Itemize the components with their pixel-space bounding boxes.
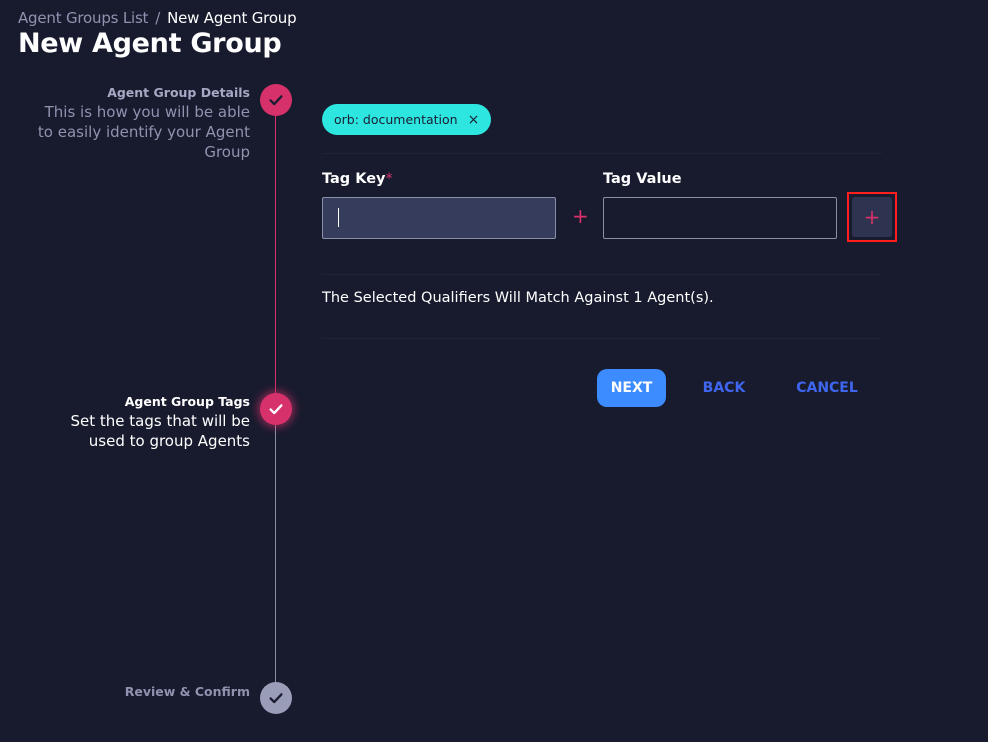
page-title: New Agent Group — [18, 28, 282, 59]
step-review-confirm: Review & Confirm — [125, 684, 250, 699]
step-agent-group-details: Agent Group Details This is how you will… — [35, 85, 250, 162]
step-description: This is how you will be able to easily i… — [37, 103, 250, 161]
divider — [322, 153, 882, 154]
tag-key-label-text: Tag Key — [322, 171, 386, 187]
step-3-check-icon[interactable] — [260, 682, 292, 714]
tag-value-input[interactable] — [603, 197, 837, 239]
breadcrumb-agent-groups-list[interactable]: Agent Groups List — [18, 9, 148, 27]
back-button[interactable]: BACK — [697, 369, 751, 407]
add-tag-button[interactable]: + — [852, 197, 892, 237]
step-1-check-icon[interactable] — [260, 84, 292, 116]
cancel-button[interactable]: CANCEL — [791, 369, 863, 407]
breadcrumb-separator: / — [155, 9, 161, 27]
step-title: Agent Group Tags — [124, 394, 250, 409]
next-button[interactable]: NEXT — [597, 369, 666, 407]
tag-key-input[interactable] — [322, 197, 556, 239]
plus-icon: + — [572, 204, 589, 228]
tag-value-label: Tag Value — [603, 171, 682, 187]
match-summary-text: The Selected Qualifiers Will Match Again… — [322, 290, 714, 306]
close-icon[interactable]: × — [468, 112, 480, 128]
divider — [322, 274, 882, 275]
step-description: Set the tags that will be used to group … — [70, 412, 250, 450]
required-marker: * — [385, 171, 393, 187]
breadcrumb: Agent Groups List / New Agent Group — [18, 9, 297, 27]
step-2-check-icon[interactable] — [260, 393, 292, 425]
step-agent-group-tags: Agent Group Tags Set the tags that will … — [60, 394, 250, 451]
stepper-line-pending — [275, 409, 276, 698]
text-caret — [338, 208, 339, 227]
tag-chip-label: orb: documentation — [334, 112, 458, 127]
breadcrumb-current: New Agent Group — [167, 9, 297, 27]
plus-icon: + — [863, 205, 881, 229]
step-title: Review & Confirm — [124, 684, 250, 699]
tag-chip: orb: documentation × — [322, 104, 492, 135]
stepper-line-completed — [275, 100, 276, 409]
step-title: Agent Group Details — [107, 85, 250, 100]
tag-key-label: Tag Key* — [322, 171, 393, 187]
divider — [322, 338, 882, 339]
